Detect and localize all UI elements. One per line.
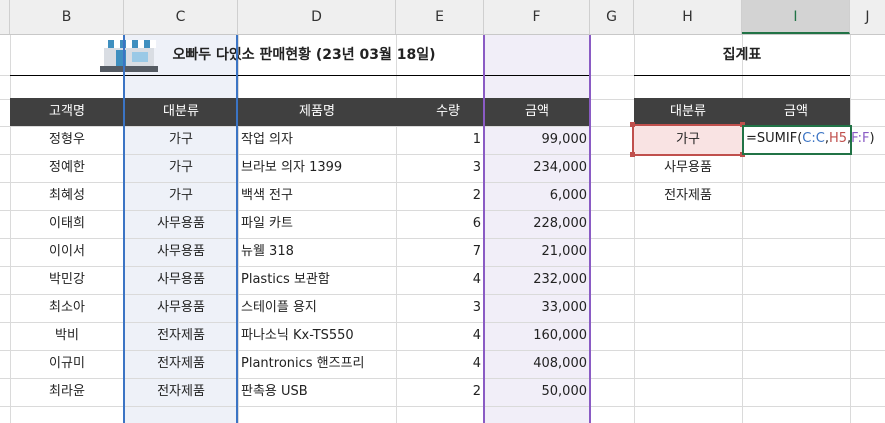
summary-category-1[interactable]: 가구 [634, 126, 742, 154]
table-cell-amount[interactable]: 232,000 [484, 266, 590, 294]
table-cell-product[interactable]: 파나소닉 Kx-TS550 [238, 322, 396, 350]
column-header-i[interactable]: I [742, 0, 850, 34]
table-cell-customer[interactable]: 정형우 [10, 126, 124, 154]
table-cell-qty[interactable]: 3 [396, 154, 484, 182]
summary-category-3[interactable]: 전자제품 [634, 182, 742, 210]
range-c-border-left [123, 35, 125, 423]
table-cell-customer[interactable]: 박비 [10, 322, 124, 350]
table-cell-qty[interactable]: 7 [396, 238, 484, 266]
table-cell-product[interactable]: 뉴웰 318 [238, 238, 396, 266]
formula-edit-cell[interactable]: =SUMIF(C:C,H5,F:F) [742, 125, 875, 155]
table-cell-qty[interactable]: 2 [396, 378, 484, 406]
col-header-amount: 금액 [484, 98, 590, 126]
table-cell-customer[interactable]: 최라윤 [10, 378, 124, 406]
column-header-a-edge[interactable] [0, 0, 10, 34]
col-header-category: 대분류 [124, 98, 238, 126]
table-cell-category[interactable]: 사무용품 [124, 266, 238, 294]
table-cell-customer[interactable]: 박민강 [10, 266, 124, 294]
table-cell-category[interactable]: 사무용품 [124, 238, 238, 266]
table-cell-qty[interactable]: 1 [396, 126, 484, 154]
table-cell-qty[interactable]: 3 [396, 294, 484, 322]
column-header-j[interactable]: J [850, 0, 885, 34]
table-cell-product[interactable]: 스테이플 용지 [238, 294, 396, 322]
table-cell-product[interactable]: 작업 의자 [238, 126, 396, 154]
column-header-g[interactable]: G [590, 0, 634, 34]
column-header-h[interactable]: H [634, 0, 742, 34]
column-header-bar: B C D E F G H I J [0, 0, 885, 35]
table-cell-product[interactable]: Plastics 보관함 [238, 266, 396, 294]
summary-header-category: 대분류 [634, 98, 742, 126]
formula-ref-c: C:C [802, 131, 825, 146]
table-cell-category[interactable]: 사무용품 [124, 210, 238, 238]
table-cell-qty[interactable]: 4 [396, 350, 484, 378]
table-cell-amount[interactable]: 160,000 [484, 322, 590, 350]
table-cell-amount[interactable]: 408,000 [484, 350, 590, 378]
store-icon [100, 40, 158, 72]
range-f-border-left [483, 35, 485, 423]
column-header-b[interactable]: B [10, 0, 124, 34]
column-header-e[interactable]: E [396, 0, 484, 34]
table-cell-category[interactable]: 사무용품 [124, 294, 238, 322]
summary-title: 집계표 [722, 47, 762, 63]
column-header-f[interactable]: F [484, 0, 590, 34]
table-cell-amount[interactable]: 228,000 [484, 210, 590, 238]
col-header-customer: 고객명 [10, 98, 124, 126]
table-cell-category[interactable]: 가구 [124, 154, 238, 182]
table-cell-customer[interactable]: 최혜성 [10, 182, 124, 210]
summary-header-amount: 금액 [742, 98, 850, 126]
table-cell-product[interactable]: Plantronics 핸즈프리 [238, 350, 396, 378]
sheet-grid[interactable]: 오빠두 다있소 판매현황 (23년 03월 18일) 집계표 고객명 대분류 제… [0, 35, 885, 423]
formula-suffix: ) [869, 131, 875, 146]
column-header-d[interactable]: D [238, 0, 396, 34]
table-cell-category[interactable]: 전자제품 [124, 350, 238, 378]
table-cell-customer[interactable]: 이이서 [10, 238, 124, 266]
table-cell-customer[interactable]: 이태희 [10, 210, 124, 238]
report-title: 오빠두 다있소 판매현황 (23년 03월 18일) [172, 47, 436, 63]
table-cell-category[interactable]: 가구 [124, 126, 238, 154]
table-cell-amount[interactable]: 21,000 [484, 238, 590, 266]
formula-ref-f: F:F [851, 131, 870, 146]
table-cell-product[interactable]: 파일 카트 [238, 210, 396, 238]
range-c-border-right [236, 35, 238, 423]
table-cell-qty[interactable]: 4 [396, 266, 484, 294]
table-cell-qty[interactable]: 4 [396, 322, 484, 350]
range-f-border-right [589, 35, 591, 423]
formula-prefix: =SUMIF( [746, 131, 803, 146]
table-cell-category[interactable]: 가구 [124, 182, 238, 210]
table-cell-customer[interactable]: 정예한 [10, 154, 124, 182]
col-header-qty: 수량 [396, 98, 484, 126]
table-cell-customer[interactable]: 최소아 [10, 294, 124, 322]
table-cell-product[interactable]: 백색 전구 [238, 182, 396, 210]
column-header-c[interactable]: C [124, 0, 238, 34]
formula-ref-h5: H5 [828, 131, 847, 146]
table-cell-qty[interactable]: 6 [396, 210, 484, 238]
table-cell-category[interactable]: 전자제품 [124, 378, 238, 406]
table-cell-amount[interactable]: 6,000 [484, 182, 590, 210]
table-cell-amount[interactable]: 99,000 [484, 126, 590, 154]
table-cell-amount[interactable]: 50,000 [484, 378, 590, 406]
col-header-product: 제품명 [238, 98, 396, 126]
table-cell-product[interactable]: 브라보 의자 1399 [238, 154, 396, 182]
table-cell-amount[interactable]: 234,000 [484, 154, 590, 182]
table-cell-customer[interactable]: 이규미 [10, 350, 124, 378]
table-cell-product[interactable]: 판촉용 USB [238, 378, 396, 406]
table-cell-amount[interactable]: 33,000 [484, 294, 590, 322]
table-cell-qty[interactable]: 2 [396, 182, 484, 210]
summary-category-2[interactable]: 사무용품 [634, 154, 742, 182]
table-cell-category[interactable]: 전자제품 [124, 322, 238, 350]
